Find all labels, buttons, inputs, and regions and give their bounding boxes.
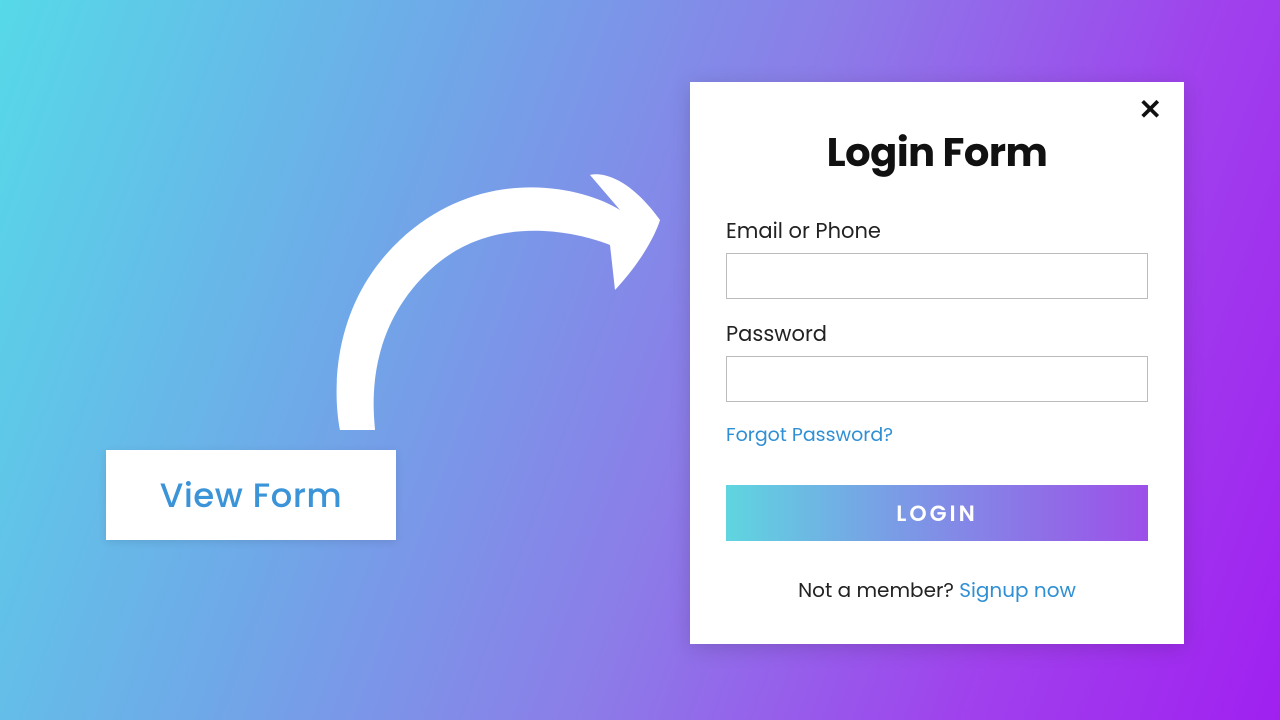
login-title: Login Form	[726, 122, 1148, 182]
login-modal: ✕ Login Form Email or Phone Password For…	[690, 82, 1184, 644]
email-label: Email or Phone	[726, 216, 1148, 247]
login-button[interactable]: LOGIN	[726, 485, 1148, 541]
password-field[interactable]	[726, 356, 1148, 402]
password-label: Password	[726, 319, 1148, 350]
signup-link[interactable]: Signup now	[959, 576, 1076, 604]
signup-row: Not a member? Signup now	[726, 575, 1148, 605]
arrow-icon	[280, 130, 680, 450]
email-field[interactable]	[726, 253, 1148, 299]
signup-prompt: Not a member?	[798, 576, 959, 604]
view-form-button[interactable]: View Form	[106, 450, 396, 540]
forgot-password-link[interactable]: Forgot Password?	[726, 420, 893, 449]
close-icon[interactable]: ✕	[1139, 96, 1162, 124]
